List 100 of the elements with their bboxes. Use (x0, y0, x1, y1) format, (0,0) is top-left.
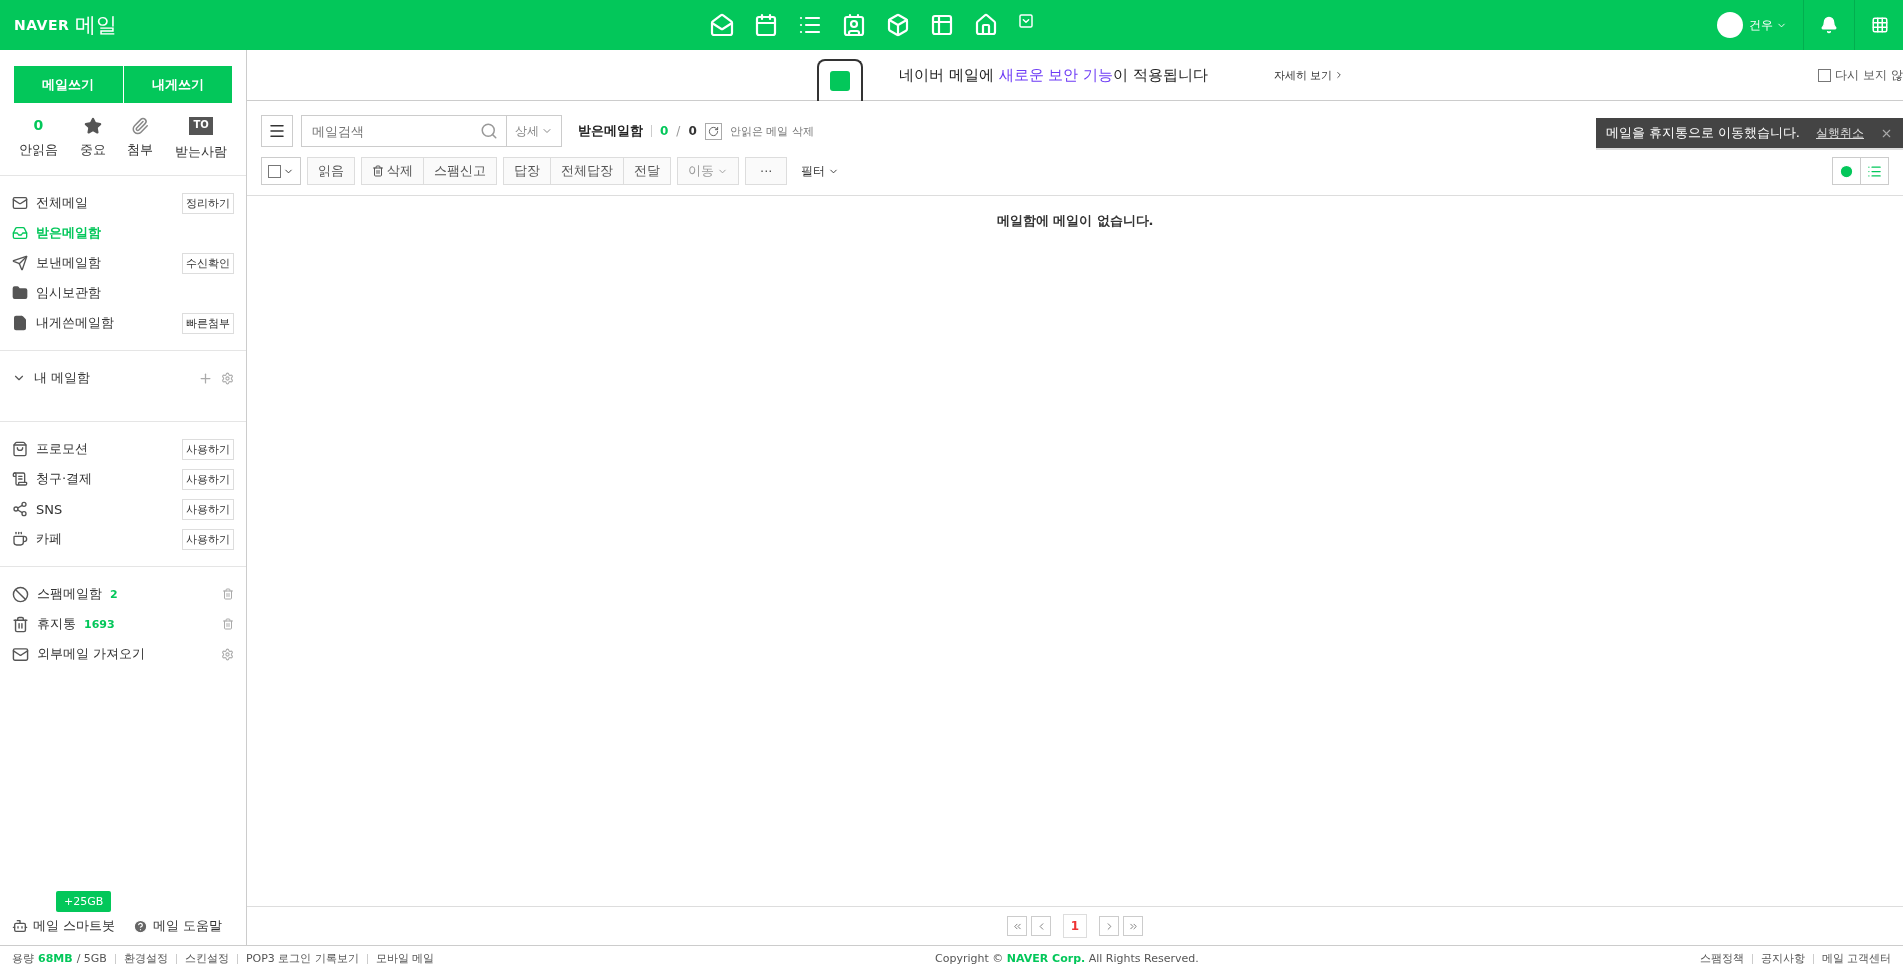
empty-message: 메일함에 메일이 없습니다. (996, 212, 1154, 230)
house-icon[interactable] (974, 13, 999, 37)
sidebar-link[interactable]: 메일 도움말 (133, 917, 223, 935)
avatar[interactable] (1717, 12, 1743, 38)
refresh-icon (707, 125, 719, 137)
use-button[interactable]: 사용하기 (182, 498, 234, 520)
copyright: Copyright © NAVER Corp. All Rights Reserved. (934, 952, 1200, 965)
menu-button[interactable] (261, 115, 293, 147)
use-button[interactable]: 사용하기 (182, 528, 234, 550)
footer-link[interactable]: 모바일 메일 (375, 951, 435, 966)
robot-icon (12, 918, 28, 934)
settings-icon[interactable] (221, 371, 234, 385)
toolbar-button[interactable]: 읽음 (307, 157, 355, 185)
folder-item[interactable]: 카페 (36, 530, 174, 548)
mail-count: 2 (110, 587, 118, 601)
storage-total: / 5GB (76, 952, 107, 965)
footer-link[interactable]: 메일 고객센터 (1821, 951, 1891, 966)
next-page-button[interactable] (1099, 916, 1119, 936)
use-button[interactable]: 사용하기 (182, 468, 234, 490)
quick-filter[interactable]: TO 받는사람 (175, 117, 228, 161)
open-envelope-icon[interactable] (710, 13, 735, 37)
folder-item[interactable]: 청구·결제 (36, 470, 174, 488)
toolbar-button[interactable]: 전체답장 (550, 157, 624, 185)
dropdown-icon[interactable] (1018, 13, 1035, 29)
folder-item[interactable]: 전체메일 (36, 194, 174, 212)
envelope-icon (12, 645, 29, 663)
footer-link[interactable]: 스킨설정 (184, 951, 229, 966)
bag-icon (12, 441, 28, 457)
cube-icon[interactable] (886, 13, 911, 37)
trash-icon (12, 615, 29, 633)
add-icon[interactable] (198, 370, 213, 386)
total-count: 0 (688, 124, 697, 138)
folder-action-button[interactable]: 빠른첨부 (182, 312, 234, 334)
checkbox[interactable] (1818, 68, 1832, 82)
details-link[interactable]: 자세히 보기 (1273, 67, 1333, 83)
quick-filter[interactable]: 0 안읽음 (18, 117, 58, 161)
prev-page-button[interactable] (1031, 916, 1051, 936)
folder-action-button[interactable]: 정리하기 (182, 192, 234, 214)
count-separator: / (676, 124, 681, 138)
footer-link[interactable]: 공지사항 (1760, 951, 1805, 966)
settings-icon[interactable] (221, 647, 234, 661)
page-number[interactable]: 1 (1063, 914, 1087, 938)
contact-card-icon[interactable] (842, 13, 867, 37)
prohibited-icon (12, 585, 29, 603)
trash-icon (372, 165, 384, 177)
more-button[interactable]: ··· (745, 157, 788, 185)
undo-link[interactable]: 실행취소 (1816, 124, 1864, 142)
toolbar-button[interactable]: 답장 (503, 157, 551, 185)
document-icon (12, 315, 28, 331)
checkbox[interactable] (268, 164, 281, 178)
mailbox-title: 받은메일함 (578, 122, 643, 140)
search-icon[interactable] (480, 122, 498, 140)
menu-icon (268, 122, 286, 140)
banner-text: 네이버 메일에 새로운 보안 기능이 적용됩니다 (899, 65, 1208, 85)
folder-action-button[interactable]: 수신확인 (182, 252, 234, 274)
bell-icon[interactable] (1820, 16, 1838, 34)
folder-group-title[interactable]: 내 메일함 (34, 369, 190, 387)
storage-label: 용량 (12, 951, 34, 966)
mail-count: 1693 (84, 617, 115, 631)
folder-item[interactable]: SNS (36, 501, 174, 517)
table-icon[interactable] (930, 13, 955, 37)
receipt-icon (12, 471, 28, 487)
filter-dropdown[interactable]: 필터 (795, 161, 846, 181)
list-view-button[interactable] (1860, 157, 1889, 185)
folder-item[interactable]: 휴지통 (37, 615, 76, 633)
trash-icon[interactable] (222, 588, 234, 600)
star-icon (83, 117, 102, 135)
footer-link[interactable]: POP3 로그인 기록보기 (245, 951, 359, 966)
footer-link[interactable]: 스팸정책 (1699, 951, 1744, 966)
last-page-button[interactable] (1123, 916, 1143, 936)
search-field[interactable]: 메일검색 상세 (301, 115, 562, 147)
clock-view-button[interactable] (1832, 157, 1861, 185)
folder-item[interactable]: 임시보관함 (36, 284, 234, 302)
toast-text: 메일을 휴지통으로 이동했습니다. (1605, 124, 1800, 142)
calendar-icon[interactable] (754, 13, 779, 37)
folder-item[interactable]: 스팸메일함 (37, 585, 102, 603)
refresh-button[interactable] (704, 122, 722, 140)
select-all-checkbox[interactable] (261, 157, 301, 185)
apps-grid-icon[interactable] (1871, 16, 1889, 34)
folder-item[interactable]: 외부메일 가져오기 (37, 645, 146, 663)
delete-unread-link[interactable]: 안읽은 메일 삭제 (729, 123, 814, 139)
folder-item[interactable]: 보낸메일함 (36, 254, 174, 272)
to-tag: TO (189, 117, 213, 135)
unread-count: 0 (660, 124, 669, 138)
first-page-button[interactable] (1007, 916, 1027, 936)
quick-filter[interactable]: 첨부 (127, 117, 154, 161)
folder-item[interactable]: 내게쓴메일함 (36, 314, 174, 332)
use-button[interactable]: 사용하기 (182, 438, 234, 460)
footer-link[interactable]: 환경설정 (123, 951, 168, 966)
sidebar-link[interactable]: 메일 스마트봇 (12, 917, 116, 935)
trash-icon[interactable] (222, 618, 234, 630)
paper-plane-icon (12, 255, 28, 271)
folder-item[interactable]: 프로모션 (36, 440, 174, 458)
envelope-icon (12, 195, 28, 211)
toolbar-button[interactable]: 삭제 (361, 157, 424, 185)
quick-filter[interactable]: 중요 (79, 117, 106, 161)
list-icon (1867, 163, 1882, 179)
toolbar-button[interactable]: 전달 (623, 157, 671, 185)
toolbar-button[interactable]: 스팸신고 (423, 157, 497, 185)
help-icon (133, 918, 149, 934)
